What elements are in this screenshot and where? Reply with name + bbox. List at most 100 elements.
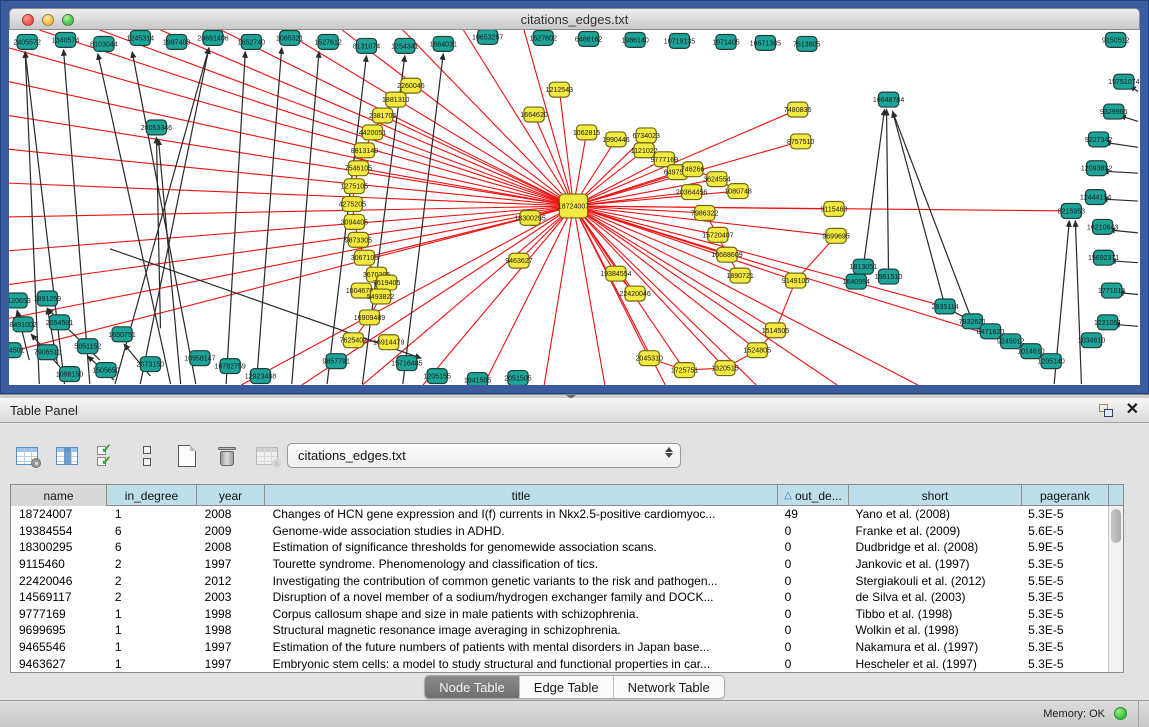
- new-column-button[interactable]: [174, 443, 200, 469]
- graph-node[interactable]: 15692371: [1088, 250, 1119, 265]
- delete-table-button[interactable]: x: [254, 443, 280, 469]
- column-header-short[interactable]: short: [849, 485, 1022, 506]
- graph-node[interactable]: 7480836: [784, 102, 812, 117]
- graph-node[interactable]: 1771015: [1098, 283, 1126, 298]
- graph-node[interactable]: 1650751: [108, 327, 136, 342]
- column-header-in_degree[interactable]: in_degree: [107, 485, 197, 506]
- table-row[interactable]: 969969511998Structural magnetic resonanc…: [11, 622, 1107, 639]
- graph-node[interactable]: 12444154: [1080, 190, 1111, 205]
- graph-node[interactable]: 8813140: [351, 143, 379, 158]
- graph-node[interactable]: 7906511: [34, 345, 61, 360]
- graph-node[interactable]: 1205155: [423, 369, 451, 384]
- graph-node[interactable]: 1664620: [520, 107, 548, 122]
- graph-node[interactable]: 1640954: [843, 274, 871, 289]
- graph-node[interactable]: 15720407: [702, 227, 733, 242]
- graph-node[interactable]: 1221051: [1094, 315, 1122, 330]
- graph-node[interactable]: 3624554: [703, 172, 731, 187]
- graph-node[interactable]: 1062815: [573, 125, 601, 140]
- graph-node[interactable]: 4420051: [359, 125, 387, 140]
- graph-edge[interactable]: [132, 52, 196, 384]
- graph-node[interactable]: 2114501: [9, 343, 25, 358]
- graph-edge[interactable]: [9, 183, 573, 206]
- graph-node[interactable]: 1961510: [875, 269, 903, 284]
- graph-node[interactable]: 3094405: [341, 214, 369, 229]
- column-header-name[interactable]: name: [11, 485, 107, 506]
- graph-node[interactable]: 4275205: [339, 197, 367, 212]
- graph-node[interactable]: 1320515: [711, 361, 739, 376]
- graph-node[interactable]: 1997403: [163, 34, 191, 49]
- network-graph[interactable]: 2405572134057481030441245314199740320691…: [9, 30, 1140, 385]
- graph-edge[interactable]: [140, 48, 209, 384]
- graph-node[interactable]: 7513805: [793, 36, 821, 51]
- graph-node[interactable]: 2935114: [932, 299, 959, 314]
- graph-edge[interactable]: [573, 206, 604, 385]
- graph-node[interactable]: 2405572: [13, 34, 41, 49]
- graph-node[interactable]: 8131074: [353, 38, 381, 53]
- table-row[interactable]: 2242004622012Investigating the contribut…: [11, 572, 1107, 589]
- column-header-year[interactable]: year: [197, 485, 265, 506]
- graph-node[interactable]: 16914479: [373, 335, 404, 350]
- graph-node[interactable]: 16782759: [214, 359, 245, 374]
- graph-node[interactable]: 8215953: [1058, 204, 1086, 219]
- graph-node[interactable]: 1080748: [724, 184, 752, 199]
- graph-node[interactable]: 9227342: [1085, 132, 1113, 147]
- graph-node[interactable]: 2054501: [46, 315, 74, 330]
- table-selector-dropdown[interactable]: citations_edges.txt: [287, 443, 681, 468]
- graph-node[interactable]: 16671385: [750, 35, 781, 50]
- graph-node[interactable]: 16909489: [354, 310, 385, 325]
- graph-node[interactable]: 2381705: [369, 108, 397, 123]
- table-row[interactable]: 1872400712008Changes of HCN gene express…: [11, 506, 1107, 523]
- graph-node[interactable]: 9873305: [345, 232, 373, 247]
- graph-node-hub[interactable]: 18724007: [558, 194, 589, 218]
- column-header-out_de[interactable]: △out_de...: [778, 485, 849, 506]
- graph-edge[interactable]: [9, 82, 573, 206]
- tab-node-table[interactable]: Node Table: [425, 676, 520, 698]
- graph-node[interactable]: 1065321: [276, 30, 304, 45]
- graph-edge[interactable]: [256, 48, 281, 384]
- graph-edge[interactable]: [25, 52, 64, 384]
- graph-edge[interactable]: [100, 30, 574, 206]
- graph-node[interactable]: 1941505: [464, 373, 492, 385]
- float-panel-icon[interactable]: [1099, 404, 1113, 417]
- show-columns-button[interactable]: ✓✓: [94, 443, 120, 469]
- graph-node[interactable]: 7546105: [345, 161, 373, 176]
- graph-node[interactable]: 1527612: [314, 34, 342, 49]
- graph-edge[interactable]: [544, 206, 573, 385]
- column-header-pagerank[interactable]: pagerank: [1022, 485, 1109, 506]
- graph-node[interactable]: 7625402: [340, 333, 368, 348]
- scrollbar-thumb[interactable]: [1111, 509, 1121, 543]
- graph-node[interactable]: 2051505: [504, 371, 532, 385]
- graph-edge[interactable]: [9, 116, 573, 206]
- table-row[interactable]: 977716911998Corpus callosum shape and si…: [11, 606, 1107, 623]
- graph-node[interactable]: 5051152: [74, 339, 101, 354]
- graph-node[interactable]: 10958147: [184, 351, 215, 366]
- table-row[interactable]: 1456911722003Disruption of a novel membe…: [11, 589, 1107, 606]
- graph-node[interactable]: 1890721: [726, 268, 754, 283]
- graph-node[interactable]: 9857791: [322, 354, 350, 369]
- select-column-button[interactable]: [54, 443, 80, 469]
- graph-node[interactable]: 16210643: [1087, 219, 1118, 234]
- table-row[interactable]: 1938455462009Genome-wide association stu…: [11, 523, 1107, 540]
- graph-edge[interactable]: [25, 52, 39, 384]
- graph-node[interactable]: 15751074: [1108, 74, 1139, 89]
- graph-node[interactable]: 1340574: [52, 32, 80, 47]
- graph-node[interactable]: 8103044: [90, 36, 118, 51]
- graph-node[interactable]: 9149105: [782, 273, 810, 288]
- graph-node[interactable]: 9150512: [1102, 32, 1130, 47]
- graph-node[interactable]: 8491002: [9, 317, 37, 332]
- graph-node[interactable]: 9463627: [505, 253, 533, 268]
- delete-column-button[interactable]: [214, 443, 240, 469]
- graph-nodes-layer[interactable]: 2405572134057481030441245314199740320691…: [9, 30, 1140, 385]
- graph-node[interactable]: 20691406: [197, 30, 228, 45]
- graph-edge[interactable]: [292, 52, 319, 384]
- graph-edge[interactable]: [9, 206, 573, 217]
- graph-node[interactable]: 1524805: [744, 343, 772, 358]
- graph-node[interactable]: 9699695: [822, 228, 850, 243]
- graph-node[interactable]: 746266: [681, 162, 705, 177]
- graph-node[interactable]: 10719135: [664, 33, 695, 48]
- graph-edge[interactable]: [893, 112, 973, 322]
- table-row[interactable]: 946554611997Estimation of the future num…: [11, 639, 1107, 656]
- graph-node[interactable]: 1514505: [762, 323, 790, 338]
- graph-edge[interactable]: [887, 110, 889, 277]
- row-mode-button[interactable]: [134, 443, 160, 469]
